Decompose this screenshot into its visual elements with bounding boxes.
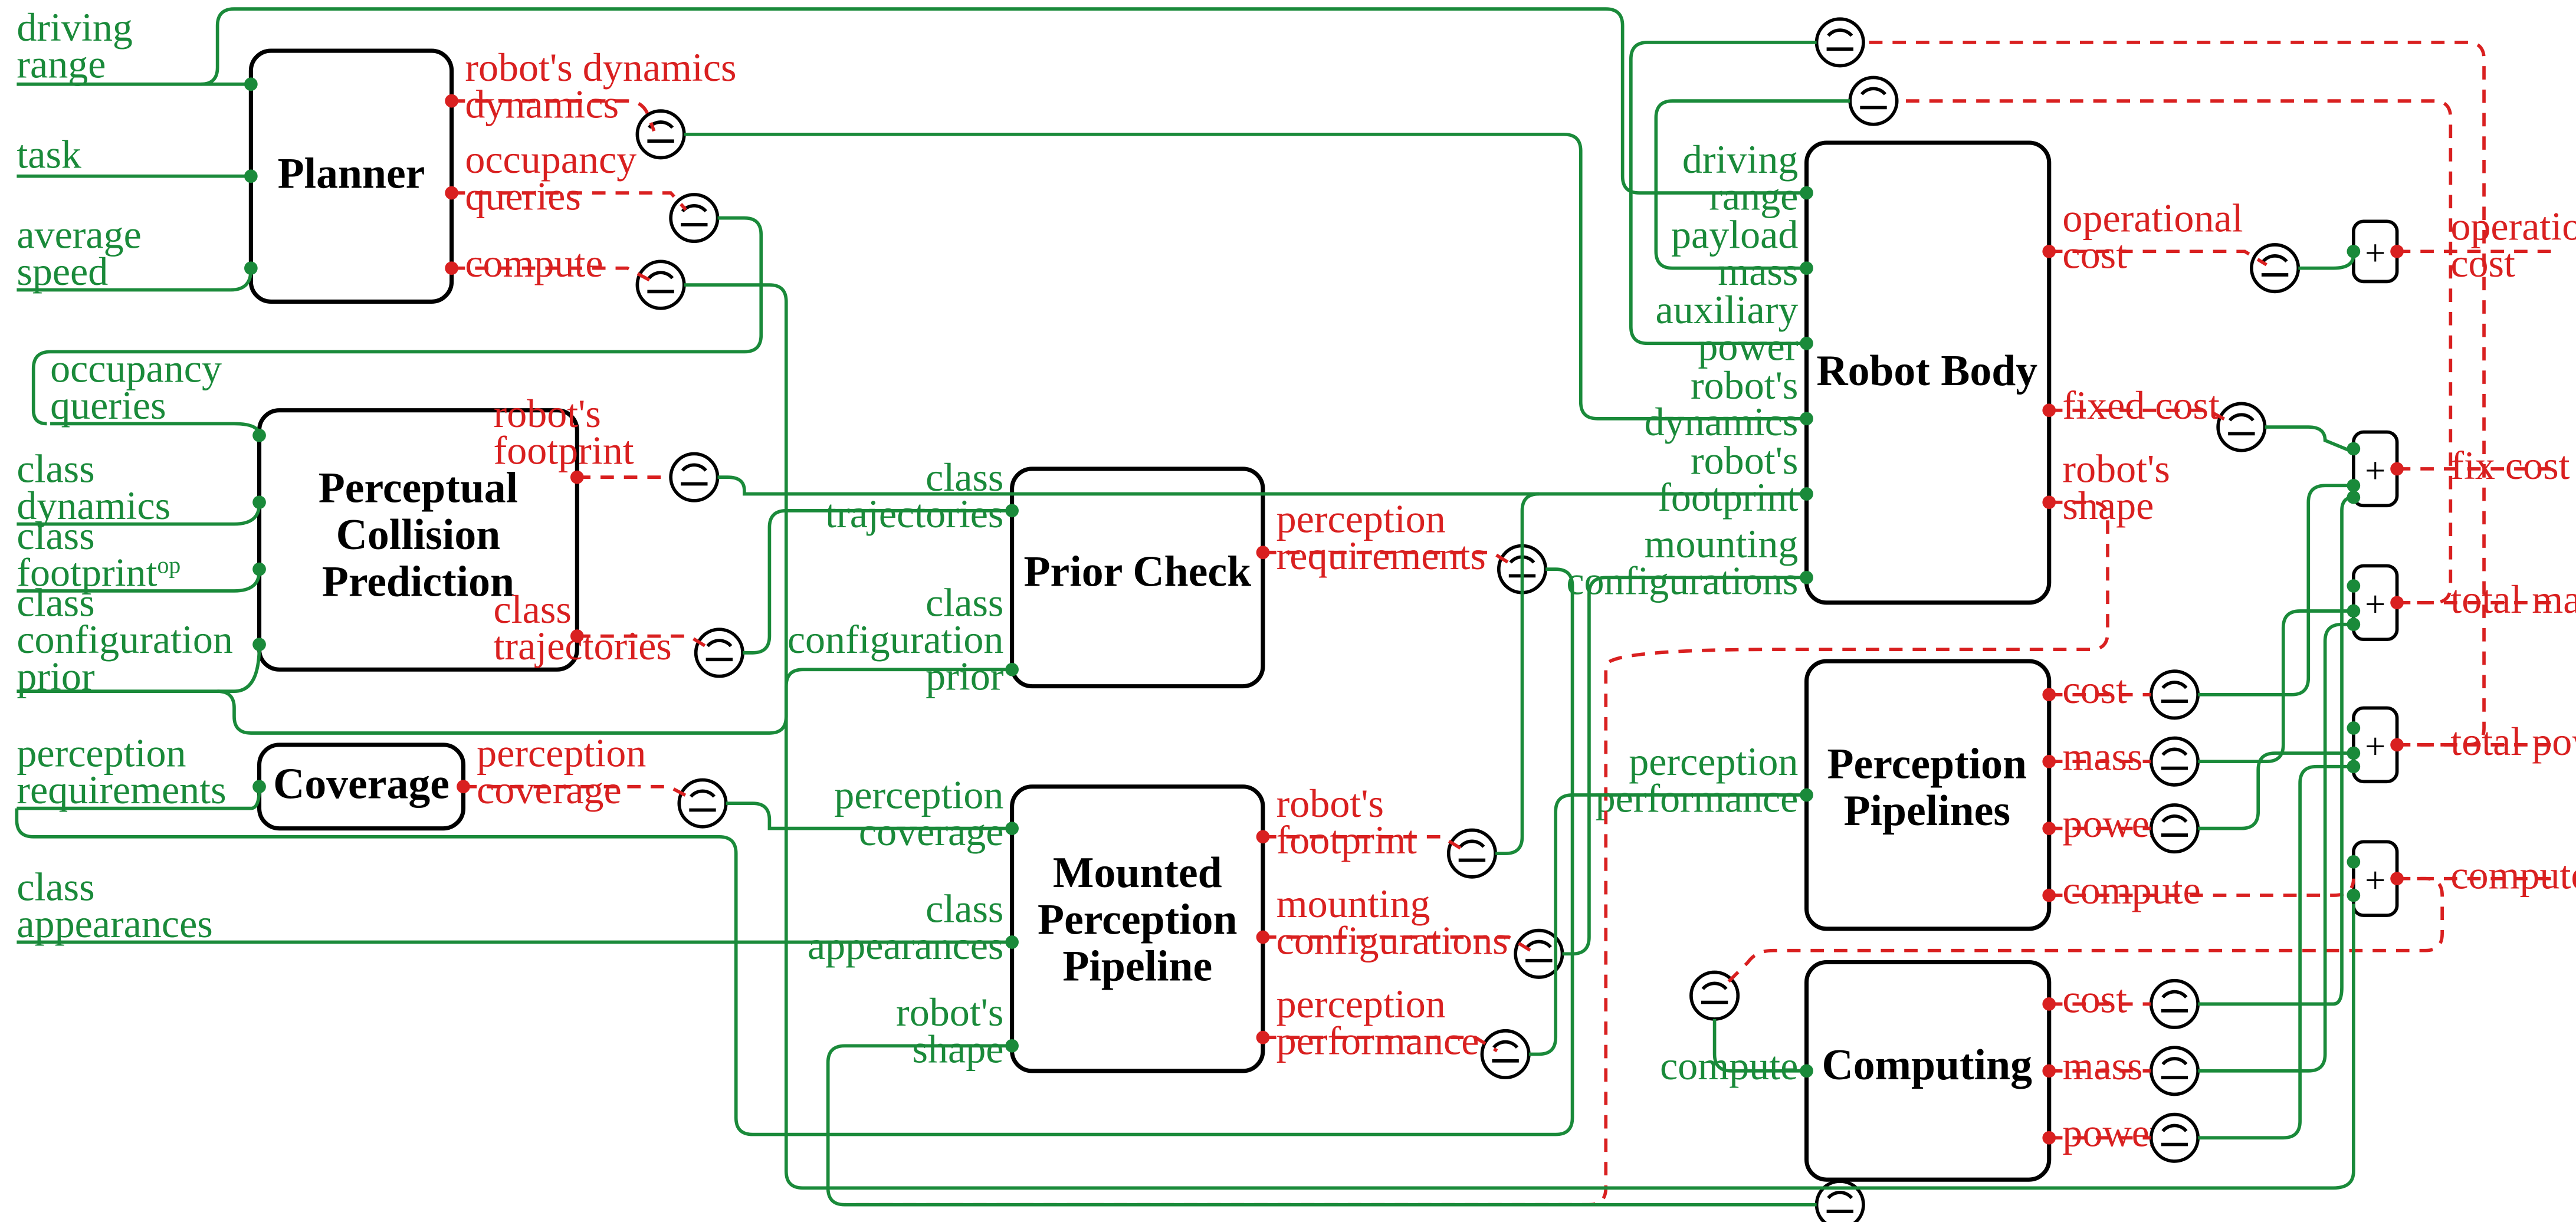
svg-text:PerceptionPipelines: PerceptionPipelines xyxy=(1827,740,2027,835)
block-mpp: MountedPerceptionPipeline perceptioncove… xyxy=(808,773,1508,1072)
svg-text:mountingconfigurations: mountingconfigurations xyxy=(1276,881,1508,963)
svg-text:Computing: Computing xyxy=(1822,1040,2033,1089)
relax-icon xyxy=(2151,981,2198,1027)
svg-text:classconfigurationprior: classconfigurationprior xyxy=(787,580,1004,699)
svg-text:power: power xyxy=(2062,1110,2162,1155)
svg-text:occupancyqueries: occupancyqueries xyxy=(50,346,222,428)
out-planner-compute: compute xyxy=(465,241,603,285)
svg-text:mass: mass xyxy=(2062,734,2142,778)
svg-text:drivingrange: drivingrange xyxy=(17,5,133,86)
relax-icon xyxy=(2151,1047,2198,1094)
svg-text:+: + xyxy=(2365,726,2385,767)
svg-text:Coverage: Coverage xyxy=(273,760,449,808)
sum-nodes: + + + + + xyxy=(2354,221,2397,915)
svg-text:drivingrange: drivingrange xyxy=(1682,137,1799,218)
svg-text:task: task xyxy=(17,132,82,177)
relax-icon xyxy=(679,780,726,826)
svg-text:+: + xyxy=(2365,450,2385,491)
svg-text:perceptioncoverage: perceptioncoverage xyxy=(477,731,646,812)
relax-icon xyxy=(637,261,684,308)
relax-icon xyxy=(671,195,717,241)
svg-text:+: + xyxy=(2365,860,2385,901)
relax-icon xyxy=(671,454,717,500)
relax-icon xyxy=(696,629,743,676)
svg-text:robot'sshape: robot'sshape xyxy=(896,990,1003,1071)
svg-text:+: + xyxy=(2365,584,2385,625)
svg-text:+: + xyxy=(2365,233,2385,274)
svg-text:MountedPerceptionPipeline: MountedPerceptionPipeline xyxy=(1038,848,1237,990)
svg-text:operationalcost: operationalcost xyxy=(2450,203,2576,285)
relax-icon xyxy=(2151,805,2198,852)
svg-text:occupancyqueries: occupancyqueries xyxy=(465,137,636,218)
relax-icon xyxy=(2151,738,2198,785)
svg-text:compute: compute xyxy=(2062,868,2200,912)
block-coverage: Coverage perceptioncoverage xyxy=(252,731,646,829)
svg-text:total mass: total mass xyxy=(2450,577,2576,622)
relax-icon xyxy=(2252,245,2298,291)
block-robot-body: Robot Body drivingrange payloadmass auxi… xyxy=(1566,137,2243,603)
svg-text:perceptionrequirements: perceptionrequirements xyxy=(17,731,226,812)
relax-icon xyxy=(1817,19,1863,65)
svg-text:operationalcost: operationalcost xyxy=(2062,195,2243,277)
svg-text:mass: mass xyxy=(2062,1043,2142,1088)
svg-text:robot'sdynamics: robot'sdynamics xyxy=(1645,363,1799,444)
svg-text:payloadmass: payloadmass xyxy=(1671,212,1798,294)
svg-text:classconfigurationprior: classconfigurationprior xyxy=(17,580,233,699)
svg-text:robot'sshape: robot'sshape xyxy=(2062,446,2170,528)
relax-icon xyxy=(2218,403,2265,450)
svg-text:classappearances: classappearances xyxy=(17,865,212,946)
block-pcp: PerceptualCollisionPrediction robot'sfoo… xyxy=(252,391,672,669)
relax-icon xyxy=(637,111,684,157)
block-prior-check: Prior Check classtrajectories classconfi… xyxy=(787,455,1486,698)
svg-text:perceptionrequirements: perceptionrequirements xyxy=(1276,497,1486,578)
svg-text:cost: cost xyxy=(2062,667,2127,712)
svg-text:robot'sfootprint: robot'sfootprint xyxy=(494,391,634,472)
external-outputs: operationalcost fix cost total mass tota… xyxy=(2450,203,2576,897)
svg-text:compute: compute xyxy=(1660,1043,1798,1088)
svg-text:classtrajectories: classtrajectories xyxy=(494,587,672,668)
system-diagram: Planner robot's dynamicsdynamics occupan… xyxy=(0,0,2576,1222)
relax-icon xyxy=(1482,1031,1528,1078)
relax-icon xyxy=(1850,77,1896,124)
svg-text:total power: total power xyxy=(2450,719,2576,764)
svg-text:perceptionperformance: perceptionperformance xyxy=(1596,739,1799,820)
svg-text:robot's dynamicsdynamics: robot's dynamicsdynamics xyxy=(465,45,736,126)
svg-text:Prior Check: Prior Check xyxy=(1023,547,1251,595)
svg-text:robot'sfootprint: robot'sfootprint xyxy=(1658,438,1798,519)
svg-text:perceptioncoverage: perceptioncoverage xyxy=(834,773,1003,854)
svg-text:auxiliarypower: auxiliarypower xyxy=(1656,287,1799,369)
svg-text:classappearances: classappearances xyxy=(808,886,1003,967)
svg-text:fixed cost: fixed cost xyxy=(2062,383,2220,428)
svg-text:cost: cost xyxy=(2062,977,2127,1021)
svg-text:averagespeed: averagespeed xyxy=(17,212,142,294)
svg-text:fix cost: fix cost xyxy=(2450,443,2570,488)
relax-icon xyxy=(2151,1115,2198,1161)
relax-icon xyxy=(2151,671,2198,718)
svg-text:Robot Body: Robot Body xyxy=(1816,346,2037,395)
block-planner-title: Planner xyxy=(278,149,425,198)
svg-text:robot'sfootprint: robot'sfootprint xyxy=(1276,781,1417,862)
svg-text:mountingconfigurations: mountingconfigurations xyxy=(1566,521,1798,603)
svg-text:compute: compute xyxy=(2450,853,2576,898)
svg-text:power: power xyxy=(2062,801,2162,846)
svg-text:perceptionperformance: perceptionperformance xyxy=(1276,981,1479,1063)
relax-icon xyxy=(1449,830,1495,876)
svg-text:PerceptualCollisionPrediction: PerceptualCollisionPrediction xyxy=(319,464,518,606)
